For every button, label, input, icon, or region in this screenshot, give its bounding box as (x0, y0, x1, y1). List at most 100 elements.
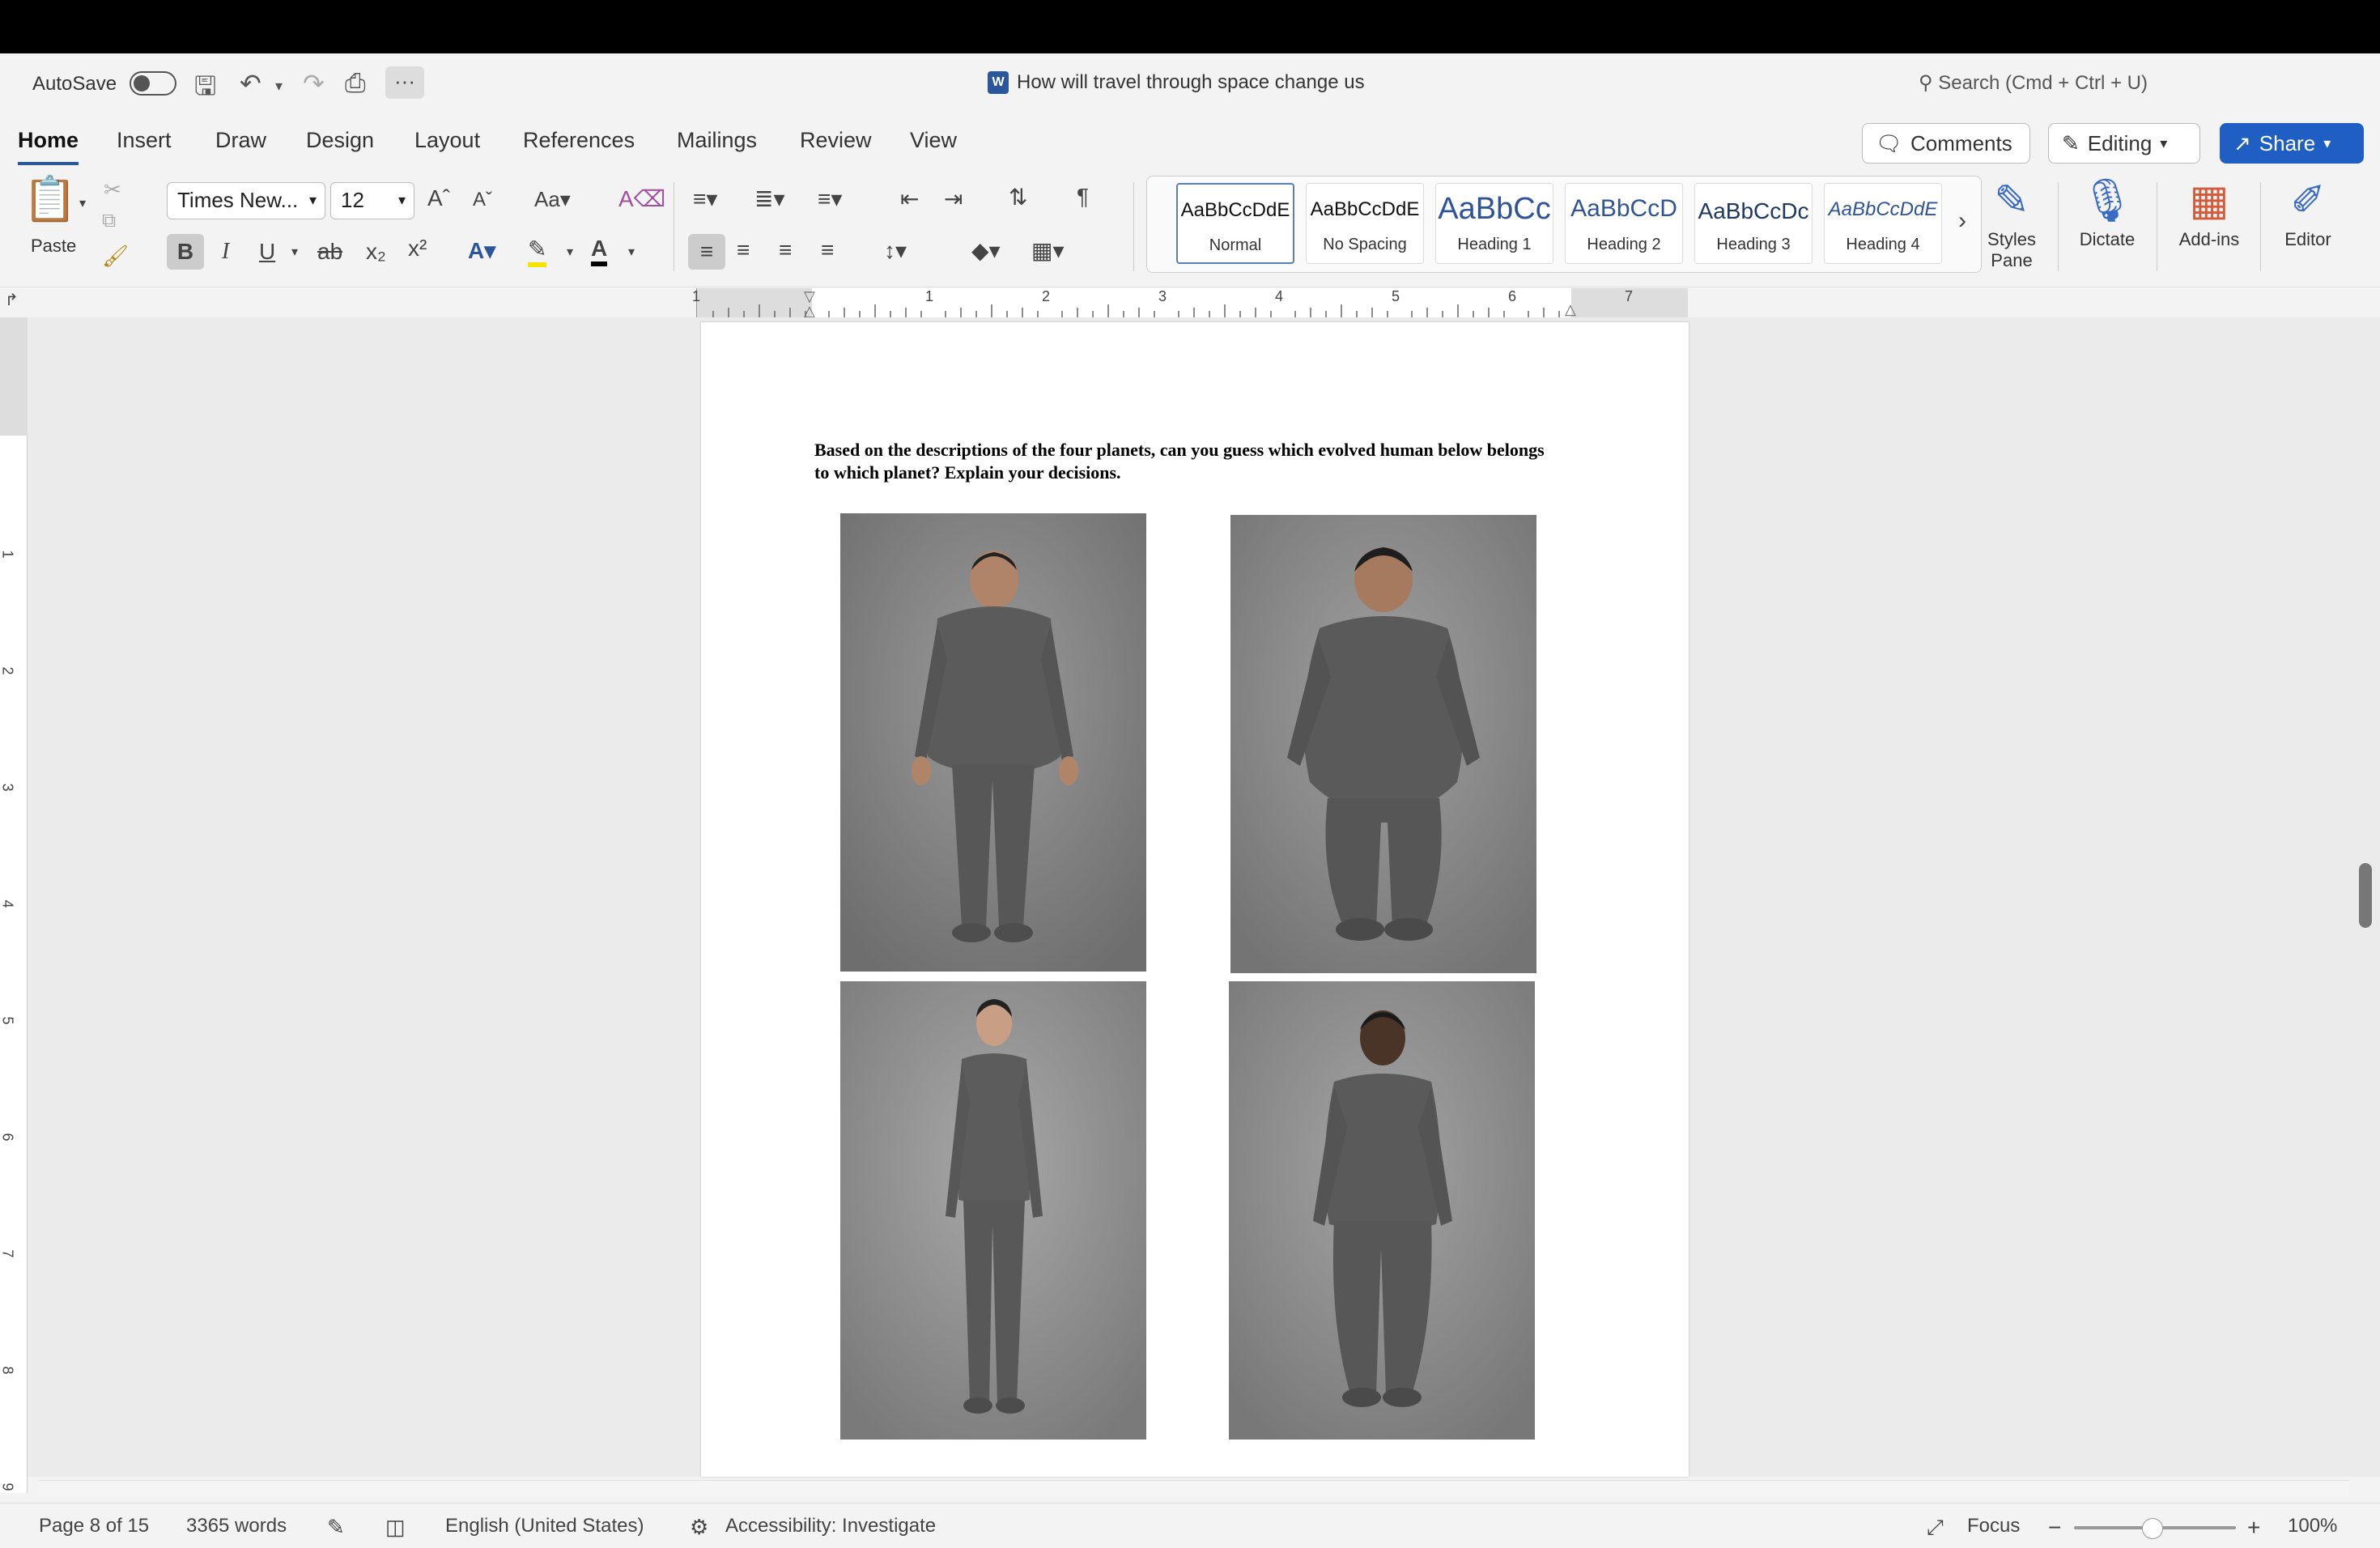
font-name-select[interactable]: Times New... ▾ (167, 182, 325, 219)
clear-formatting-icon[interactable]: A⌫ (618, 185, 665, 212)
tab-insert[interactable]: Insert (117, 128, 172, 153)
line-spacing-icon[interactable]: ↕▾ (884, 237, 907, 264)
font-color-icon[interactable]: A (591, 236, 608, 266)
align-left-button[interactable]: ≡ (688, 234, 725, 270)
document-canvas[interactable]: Based on the descriptions of the four pl… (28, 317, 2380, 1477)
show-formatting-icon[interactable]: ¶ (1077, 184, 1089, 210)
ruler-number: 1 (0, 550, 16, 559)
tab-layout[interactable]: Layout (414, 128, 480, 153)
styles-pane-button[interactable]: ✎ Styles Pane (1967, 172, 2056, 271)
focus-button[interactable]: Focus (1967, 1515, 2020, 1537)
more-commands-icon[interactable]: ··· (385, 66, 424, 99)
style-name: No Spacing (1323, 236, 1407, 253)
copy-icon[interactable]: ⧉ (102, 210, 116, 232)
tab-draw[interactable]: Draw (215, 128, 266, 153)
font-size-select[interactable]: 12 ▾ (330, 182, 414, 219)
increase-indent-icon[interactable]: ⇥ (944, 185, 963, 212)
evolved-human-image-3[interactable] (840, 981, 1146, 1440)
undo-icon[interactable]: ↶ (240, 68, 261, 99)
tab-selector-icon[interactable]: ↱ (5, 290, 19, 310)
numbering-icon[interactable]: ≣▾ (754, 185, 785, 212)
zoom-slider-knob[interactable] (2142, 1518, 2163, 1539)
right-indent-marker[interactable]: △ (1565, 301, 1576, 318)
style-sample: AaBbCc (1438, 192, 1551, 226)
question-paragraph[interactable]: Based on the descriptions of the four pl… (814, 439, 1559, 484)
chevron-right-icon[interactable]: › (1958, 207, 1966, 235)
proofing-icon[interactable]: ✎ (327, 1515, 345, 1540)
format-painter-icon[interactable]: 🖌 (102, 244, 129, 269)
grow-font-icon[interactable]: Aˆ (427, 185, 450, 211)
zoom-in-icon[interactable]: + (2247, 1515, 2260, 1541)
evolved-human-image-1[interactable] (840, 513, 1146, 972)
styles-pane-icon: ✎ (1994, 177, 2029, 224)
editor-button[interactable]: ✐ Editor (2263, 172, 2352, 250)
justify-button[interactable]: ≡ (821, 237, 834, 263)
cut-icon[interactable]: ✂ (104, 177, 121, 202)
text-effects-icon[interactable]: A▾ (468, 237, 495, 264)
bullets-icon[interactable]: ≡▾ (693, 185, 717, 212)
style-heading-4[interactable]: AaBbCcDdE Heading 4 (1824, 183, 1942, 264)
tab-design[interactable]: Design (306, 128, 374, 153)
style-normal[interactable]: AaBbCcDdE Normal (1176, 183, 1294, 264)
document-page[interactable]: Based on the descriptions of the four pl… (701, 322, 1689, 1477)
zoom-out-icon[interactable]: − (2048, 1515, 2061, 1541)
change-case-icon[interactable]: Aa▾ (534, 187, 571, 212)
redo-icon[interactable]: ↷ (303, 68, 325, 99)
addins-icon: ▦ (2189, 177, 2229, 224)
addins-button[interactable]: ▦ Add-ins (2165, 172, 2254, 250)
tab-view[interactable]: View (910, 128, 957, 153)
highlight-icon[interactable]: ✎ (528, 236, 547, 267)
align-center-button[interactable]: ≡ (737, 237, 750, 263)
vertical-ruler[interactable]: 1 2 3 4 5 6 7 8 9 (0, 317, 28, 1493)
style-no-spacing[interactable]: AaBbCcDdE No Spacing (1306, 183, 1424, 264)
underline-dropdown-icon[interactable]: ▾ (291, 244, 298, 260)
save-icon[interactable]: 🖫 (194, 68, 216, 112)
evolved-human-image-2[interactable] (1230, 515, 1536, 973)
underline-button[interactable]: U (259, 239, 275, 265)
decrease-indent-icon[interactable]: ⇤ (900, 185, 919, 212)
horizontal-ruler[interactable]: 1 1 2 3 4 5 6 7 ▽ △ △ (692, 288, 1688, 319)
borders-icon[interactable]: ▦▾ (1031, 237, 1065, 264)
superscript-button[interactable]: x² (408, 236, 427, 262)
dictate-button[interactable]: 🎙 Dictate (2063, 172, 2152, 250)
style-heading-3[interactable]: AaBbCcDc Heading 3 (1694, 183, 1813, 264)
page-indicator[interactable]: Page 8 of 15 (39, 1515, 149, 1537)
editing-button[interactable]: ✎ Editing ▾ (2048, 123, 2200, 164)
align-right-button[interactable]: ≡ (779, 237, 792, 263)
word-count[interactable]: 3365 words (186, 1515, 287, 1537)
tab-review[interactable]: Review (800, 128, 872, 153)
bold-button[interactable]: B (167, 234, 204, 270)
highlight-dropdown-icon[interactable]: ▾ (567, 244, 573, 260)
tab-mailings[interactable]: Mailings (677, 128, 757, 153)
vertical-scrollbar-thumb[interactable] (2359, 863, 2372, 928)
strikethrough-button[interactable]: ab (317, 239, 342, 265)
undo-dropdown-icon[interactable]: ▾ (275, 78, 283, 95)
font-color-dropdown-icon[interactable]: ▾ (628, 244, 635, 260)
shading-icon[interactable]: ◆▾ (971, 237, 1001, 264)
search-box[interactable]: ⚲ Search (Cmd + Ctrl + U) (1919, 71, 2148, 95)
paste-icon[interactable]: 📋 (23, 174, 77, 225)
comments-button[interactable]: 🗨 Comments (1862, 123, 2030, 164)
print-icon[interactable]: ⎙ (345, 68, 366, 99)
tab-references[interactable]: References (523, 128, 635, 153)
ruler-number: 1 (925, 288, 934, 304)
evolved-human-image-4[interactable] (1229, 981, 1535, 1440)
zoom-level[interactable]: 100% (2288, 1515, 2337, 1537)
style-heading-1[interactable]: AaBbCc Heading 1 (1435, 183, 1553, 264)
style-heading-2[interactable]: AaBbCcD Heading 2 (1565, 183, 1683, 264)
tab-home[interactable]: Home (18, 128, 79, 165)
language-indicator[interactable]: English (United States) (445, 1515, 644, 1537)
paste-dropdown-icon[interactable]: ▾ (79, 195, 86, 211)
multilevel-list-icon[interactable]: ≡▾ (818, 185, 842, 212)
shrink-font-icon[interactable]: Aˇ (473, 189, 492, 211)
share-button[interactable]: ↗ Share ▾ (2220, 123, 2364, 164)
italic-button[interactable]: I (222, 239, 229, 265)
horizontal-scrollbar[interactable] (39, 1480, 2349, 1496)
sort-icon[interactable]: ⇅ (1009, 184, 1027, 211)
subscript-button[interactable]: x₂ (366, 239, 386, 265)
addins-label: Add-ins (2178, 229, 2240, 249)
chevron-down-icon: ▾ (308, 192, 317, 208)
track-changes-icon[interactable]: ◫ (385, 1515, 406, 1540)
autosave-toggle[interactable] (130, 71, 176, 96)
accessibility-status[interactable]: Accessibility: Investigate (725, 1515, 936, 1537)
